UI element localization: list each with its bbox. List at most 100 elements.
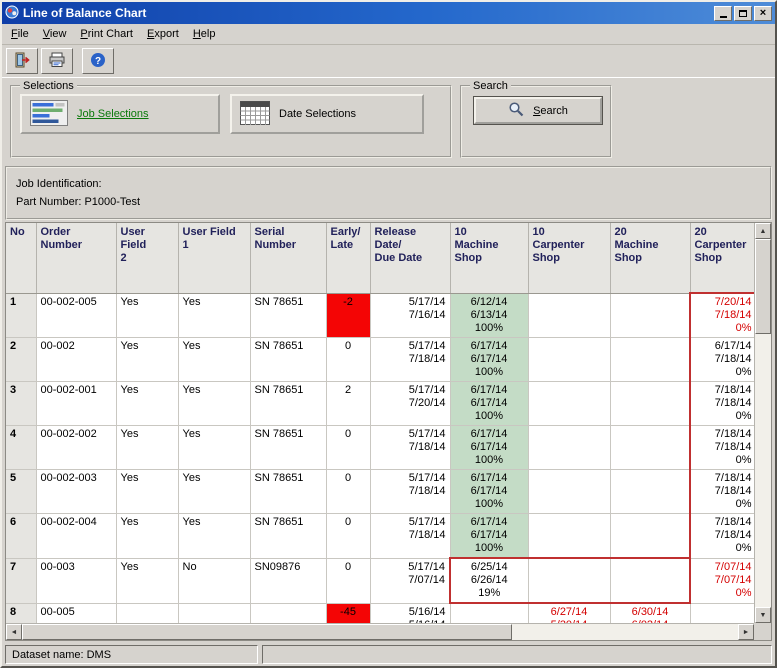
cell-user-field-1[interactable]: Yes: [178, 382, 250, 426]
cell-order-number[interactable]: 00-002-002: [36, 426, 116, 470]
cell-release-due-date[interactable]: 5/17/14 7/07/14: [370, 558, 450, 603]
cell-serial-number[interactable]: SN09876: [250, 558, 326, 603]
cell-user-field-2[interactable]: Yes: [116, 338, 178, 382]
column-header-10-carpenter-shop[interactable]: 10 Carpenter Shop: [528, 223, 610, 293]
title-bar[interactable]: Line of Balance Chart ×: [2, 2, 775, 24]
cell-20-machine-shop[interactable]: [610, 426, 690, 470]
cell-serial-number[interactable]: [250, 603, 326, 623]
cell-user-field-1[interactable]: [178, 603, 250, 623]
menu-item-file[interactable]: File: [4, 25, 36, 43]
cell-user-field-2[interactable]: [116, 603, 178, 623]
cell-20-carpenter-shop[interactable]: [690, 603, 754, 623]
row-header[interactable]: 1: [6, 293, 36, 338]
horizontal-scroll-thumb[interactable]: [22, 624, 512, 640]
cell-10-machine-shop[interactable]: [450, 603, 528, 623]
cell-10-machine-shop[interactable]: 6/17/14 6/17/14 100%: [450, 514, 528, 559]
column-header-release-due-date[interactable]: Release Date/ Due Date: [370, 223, 450, 293]
search-button[interactable]: Search: [474, 97, 602, 124]
vertical-scrollbar[interactable]: ▲ ▼: [754, 223, 771, 623]
cell-20-machine-shop[interactable]: [610, 293, 690, 338]
cell-release-due-date[interactable]: 5/17/14 7/20/14: [370, 382, 450, 426]
cell-20-carpenter-shop[interactable]: 7/20/14 7/18/14 0%: [690, 293, 754, 338]
cell-order-number[interactable]: 00-002: [36, 338, 116, 382]
cell-20-carpenter-shop[interactable]: 7/18/14 7/18/14 0%: [690, 514, 754, 559]
menu-item-view[interactable]: View: [36, 25, 74, 43]
close-button[interactable]: ×: [754, 6, 772, 21]
help-button[interactable]: ?: [82, 48, 114, 74]
scroll-up-button[interactable]: ▲: [755, 223, 771, 239]
scroll-left-button[interactable]: ◄: [6, 624, 22, 640]
cell-20-machine-shop[interactable]: [610, 558, 690, 603]
cell-order-number[interactable]: 00-002-003: [36, 470, 116, 514]
cell-serial-number[interactable]: SN 78651: [250, 470, 326, 514]
cell-early-late[interactable]: -45: [326, 603, 370, 623]
cell-serial-number[interactable]: SN 78651: [250, 382, 326, 426]
cell-serial-number[interactable]: SN 78651: [250, 514, 326, 559]
cell-20-carpenter-shop[interactable]: 7/18/14 7/18/14 0%: [690, 382, 754, 426]
cell-20-carpenter-shop[interactable]: 6/17/14 7/18/14 0%: [690, 338, 754, 382]
column-header-serial-number[interactable]: Serial Number: [250, 223, 326, 293]
column-header-early-late[interactable]: Early/ Late: [326, 223, 370, 293]
cell-user-field-2[interactable]: Yes: [116, 470, 178, 514]
cell-order-number[interactable]: 00-002-005: [36, 293, 116, 338]
column-header-20-machine-shop[interactable]: 20 Machine Shop: [610, 223, 690, 293]
cell-serial-number[interactable]: SN 78651: [250, 338, 326, 382]
cell-user-field-1[interactable]: Yes: [178, 426, 250, 470]
cell-user-field-1[interactable]: Yes: [178, 514, 250, 559]
cell-user-field-1[interactable]: Yes: [178, 293, 250, 338]
scroll-right-button[interactable]: ►: [738, 624, 754, 640]
minimize-button[interactable]: [714, 6, 732, 21]
cell-10-machine-shop[interactable]: 6/17/14 6/17/14 100%: [450, 470, 528, 514]
cell-early-late[interactable]: 0: [326, 558, 370, 603]
cell-10-machine-shop[interactable]: 6/25/14 6/26/14 19%: [450, 558, 528, 603]
row-header[interactable]: 6: [6, 514, 36, 559]
cell-release-due-date[interactable]: 5/17/14 7/16/14: [370, 293, 450, 338]
cell-user-field-2[interactable]: Yes: [116, 426, 178, 470]
menu-item-help[interactable]: Help: [186, 25, 223, 43]
cell-early-late[interactable]: 0: [326, 338, 370, 382]
cell-early-late[interactable]: 0: [326, 514, 370, 559]
cell-order-number[interactable]: 00-003: [36, 558, 116, 603]
row-header[interactable]: 5: [6, 470, 36, 514]
cell-10-carpenter-shop[interactable]: 6/27/14 5/30/14: [528, 603, 610, 623]
cell-early-late[interactable]: 0: [326, 470, 370, 514]
job-selections-button[interactable]: Job Selections: [20, 94, 220, 134]
column-header-20-carpenter-shop[interactable]: 20 Carpenter Shop: [690, 223, 754, 293]
row-header[interactable]: 7: [6, 558, 36, 603]
menu-item-export[interactable]: Export: [140, 25, 186, 43]
cell-order-number[interactable]: 00-005: [36, 603, 116, 623]
cell-20-machine-shop[interactable]: 6/30/14 6/02/14: [610, 603, 690, 623]
row-header[interactable]: 2: [6, 338, 36, 382]
cell-early-late[interactable]: 2: [326, 382, 370, 426]
column-header-no[interactable]: No: [6, 223, 36, 293]
cell-early-late[interactable]: 0: [326, 426, 370, 470]
row-header[interactable]: 3: [6, 382, 36, 426]
cell-user-field-1[interactable]: Yes: [178, 470, 250, 514]
menu-item-print-chart[interactable]: Print Chart: [73, 25, 140, 43]
cell-10-machine-shop[interactable]: 6/17/14 6/17/14 100%: [450, 382, 528, 426]
cell-user-field-2[interactable]: Yes: [116, 293, 178, 338]
print-chart-button[interactable]: [41, 48, 73, 74]
cell-serial-number[interactable]: SN 78651: [250, 426, 326, 470]
cell-10-machine-shop[interactable]: 6/12/14 6/13/14 100%: [450, 293, 528, 338]
date-selections-button[interactable]: Date Selections: [230, 94, 424, 134]
cell-20-carpenter-shop[interactable]: 7/07/14 7/07/14 0%: [690, 558, 754, 603]
column-header-order-number[interactable]: Order Number: [36, 223, 116, 293]
cell-user-field-1[interactable]: No: [178, 558, 250, 603]
cell-10-carpenter-shop[interactable]: [528, 293, 610, 338]
cell-20-carpenter-shop[interactable]: 7/18/14 7/18/14 0%: [690, 470, 754, 514]
cell-release-due-date[interactable]: 5/16/14 5/16/14: [370, 603, 450, 623]
cell-20-machine-shop[interactable]: [610, 338, 690, 382]
cell-10-carpenter-shop[interactable]: [528, 514, 610, 559]
cell-order-number[interactable]: 00-002-004: [36, 514, 116, 559]
row-header[interactable]: 8: [6, 603, 36, 623]
cell-order-number[interactable]: 00-002-001: [36, 382, 116, 426]
cell-user-field-2[interactable]: Yes: [116, 382, 178, 426]
cell-10-carpenter-shop[interactable]: [528, 558, 610, 603]
column-header-user-field-1[interactable]: User Field 1: [178, 223, 250, 293]
row-header[interactable]: 4: [6, 426, 36, 470]
exit-button[interactable]: [6, 48, 38, 74]
cell-10-carpenter-shop[interactable]: [528, 426, 610, 470]
cell-20-machine-shop[interactable]: [610, 382, 690, 426]
cell-20-machine-shop[interactable]: [610, 470, 690, 514]
